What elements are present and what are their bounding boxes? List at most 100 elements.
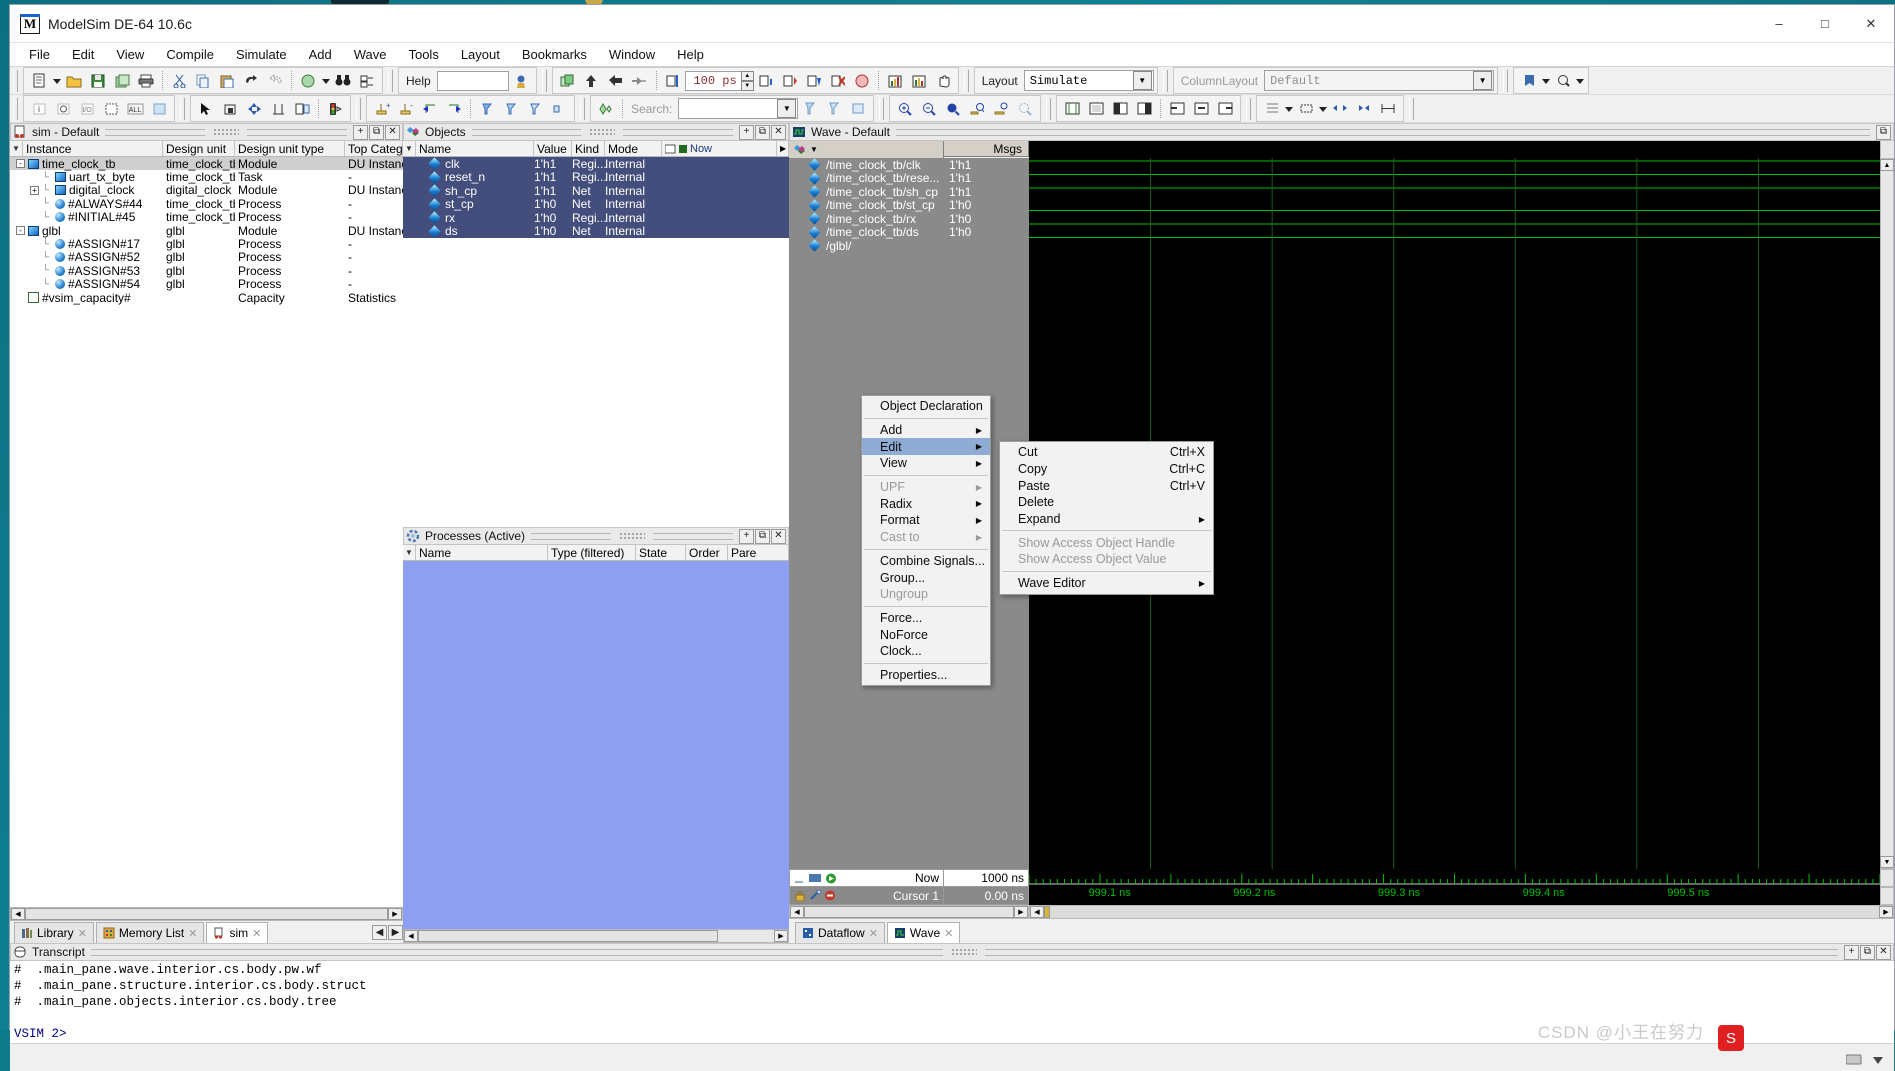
menu-item-format[interactable]: Format▶ bbox=[862, 512, 990, 529]
chevron-down-icon-2[interactable]: ▼ bbox=[1473, 71, 1492, 90]
wave-format-3-icon[interactable] bbox=[1108, 97, 1132, 120]
step-up-icon[interactable] bbox=[580, 69, 604, 92]
menu-view[interactable]: View bbox=[105, 43, 155, 66]
edit-mode-icon[interactable] bbox=[290, 97, 314, 120]
zoom-in-icon[interactable] bbox=[893, 97, 917, 120]
tab-library[interactable]: Library ✕ bbox=[14, 922, 94, 943]
sim-tree-row[interactable]: └#INITIAL#45time_clock_tbProcess- bbox=[10, 211, 403, 224]
menu-wave[interactable]: Wave bbox=[343, 43, 398, 66]
toolbar2-grip-3[interactable] bbox=[356, 98, 361, 120]
objects-panel-add-icon[interactable]: + bbox=[739, 125, 754, 140]
wave-names-hscroll[interactable]: ◀ ▶ bbox=[789, 905, 1029, 919]
processes-scroll-left-icon[interactable]: ◀ bbox=[404, 930, 418, 942]
processes-scroll-right-icon[interactable]: ▶ bbox=[774, 930, 788, 942]
wave-canvas-hscroll[interactable]: ◀ ▶ bbox=[1029, 905, 1894, 919]
tab-dataflow-close-icon[interactable]: ✕ bbox=[869, 927, 878, 940]
toolbar2-grip[interactable] bbox=[13, 98, 18, 120]
tree-expander-icon[interactable]: - bbox=[16, 159, 25, 168]
sim-scroll-left-icon[interactable]: ◀ bbox=[11, 908, 25, 920]
wave-scroll-down-icon[interactable]: ▼ bbox=[1880, 856, 1894, 868]
compile-dropdown-icon[interactable] bbox=[320, 69, 331, 92]
find-binoculars-icon[interactable] bbox=[331, 69, 355, 92]
objects-row[interactable]: clk1'h1Regi...Internal bbox=[403, 157, 789, 171]
sim-instance-tree[interactable]: -time_clock_tbtime_clock_tbModuleDU Inst… bbox=[10, 157, 403, 907]
close-icon[interactable]: ✕ bbox=[1848, 5, 1894, 43]
cut-icon[interactable] bbox=[167, 69, 191, 92]
transcript-close-icon[interactable]: ✕ bbox=[1876, 945, 1891, 960]
bookmark-icon[interactable] bbox=[1517, 69, 1541, 92]
tab-wave-close-icon[interactable]: ✕ bbox=[944, 927, 953, 940]
wave-format-1-icon[interactable] bbox=[1060, 97, 1084, 120]
objects-col-name[interactable]: Name bbox=[416, 141, 534, 156]
processes-panel-undock-icon[interactable]: ⧉ bbox=[755, 529, 770, 544]
objects-filter-icon[interactable]: ▼ bbox=[403, 141, 416, 156]
search-chevron-down-icon[interactable]: ▼ bbox=[777, 99, 796, 118]
find-all-icon[interactable] bbox=[523, 97, 547, 120]
filter-mixed-icon[interactable] bbox=[147, 97, 171, 120]
tab-dataflow[interactable]: Dataflow ✕ bbox=[795, 922, 885, 943]
wave-canvas-scroll-right-icon[interactable]: ▶ bbox=[1879, 906, 1893, 918]
search-input[interactable]: ▼ bbox=[678, 98, 798, 119]
objects-header-overflow-icon[interactable]: ▶ bbox=[777, 141, 789, 156]
sim-filter-icon[interactable]: ▼ bbox=[10, 141, 23, 156]
left-tabs-scroll-left-icon[interactable]: ◀ bbox=[372, 925, 387, 940]
menu-simulate[interactable]: Simulate bbox=[225, 43, 298, 66]
menu-item-combine-signals[interactable]: Combine Signals... bbox=[862, 553, 990, 570]
layout-combobox[interactable]: Simulate ▼ bbox=[1024, 70, 1154, 91]
sim-panel-drag-handle[interactable] bbox=[213, 128, 239, 136]
zoom-tool-icon[interactable] bbox=[1551, 69, 1575, 92]
tree-expander-icon[interactable]: - bbox=[16, 226, 25, 235]
tab-wave[interactable]: Wave ✕ bbox=[887, 922, 960, 943]
objects-panel-close-icon[interactable]: ✕ bbox=[771, 125, 786, 140]
sim-horizontal-scrollbar[interactable]: ◀ ▶ bbox=[10, 907, 403, 921]
toolbar-grip-6[interactable] bbox=[1503, 70, 1508, 92]
expand-all-icon[interactable] bbox=[1352, 97, 1376, 120]
transcript-undock-icon[interactable]: ⧉ bbox=[1860, 945, 1875, 960]
objects-row[interactable]: st_cp1'h0NetInternal bbox=[403, 198, 789, 212]
grid-dropdown-icon[interactable] bbox=[1284, 97, 1294, 120]
open-folder-icon[interactable] bbox=[62, 69, 86, 92]
menu-item-radix[interactable]: Radix▶ bbox=[862, 495, 990, 512]
wave-align-left-icon[interactable] bbox=[1165, 97, 1189, 120]
wave-signal-row[interactable]: /time_clock_tb/sh_cp bbox=[789, 185, 944, 199]
pan-icon[interactable] bbox=[242, 97, 266, 120]
zoom-cursor-icon[interactable] bbox=[965, 97, 989, 120]
sim-tree-row[interactable]: └#ASSIGN#52glblProcess- bbox=[10, 251, 403, 264]
minimize-icon[interactable]: – bbox=[1756, 5, 1802, 43]
tab-library-close-icon[interactable]: ✕ bbox=[78, 927, 87, 940]
processes-col-type[interactable]: Type (filtered) bbox=[548, 545, 636, 560]
sim-tree-row[interactable]: └#ASSIGN#53glblProcess- bbox=[10, 264, 403, 277]
zoom-out-icon[interactable] bbox=[917, 97, 941, 120]
save-icon[interactable] bbox=[86, 69, 110, 92]
search-prev-icon[interactable] bbox=[798, 97, 822, 120]
sim-tree-row[interactable]: #vsim_capacity#CapacityStatistics bbox=[10, 291, 403, 304]
wave-names-scroll-right-icon[interactable]: ▶ bbox=[1014, 906, 1028, 918]
objects-row[interactable]: reset_n1'h1Regi...Internal bbox=[403, 171, 789, 185]
objects-col-mode[interactable]: Mode bbox=[605, 141, 662, 156]
objects-row[interactable]: rx1'h0Regi...Internal bbox=[403, 211, 789, 225]
compile-icon[interactable] bbox=[296, 69, 320, 92]
filter-input-icon[interactable]: i bbox=[27, 97, 51, 120]
insert-cursor-icon[interactable]: + bbox=[370, 97, 394, 120]
sim-panel-add-icon[interactable]: + bbox=[353, 125, 368, 140]
sim-tree-row[interactable]: +└digital_clockdigital_clockModuleDU Ins… bbox=[10, 184, 403, 197]
menu-item-object-declaration[interactable]: Object Declaration bbox=[862, 398, 990, 415]
step-back-icon[interactable] bbox=[604, 69, 628, 92]
wave-canvas-scroll-left-icon[interactable]: ◀ bbox=[1030, 906, 1044, 918]
run-all-icon[interactable] bbox=[802, 69, 826, 92]
save-all-icon[interactable] bbox=[110, 69, 134, 92]
sim-scroll-right-icon[interactable]: ▶ bbox=[388, 908, 402, 920]
wave-signal-row[interactable]: /time_clock_tb/rese... bbox=[789, 172, 944, 186]
tab-sim[interactable]: sim ✕ bbox=[206, 922, 268, 943]
next-transition-icon[interactable] bbox=[442, 97, 466, 120]
zoom-full-icon[interactable] bbox=[941, 97, 965, 120]
wave-signal-row[interactable]: /time_clock_tb/clk bbox=[789, 158, 944, 172]
sim-panel-close-icon[interactable]: ✕ bbox=[385, 125, 400, 140]
new-file-icon[interactable] bbox=[27, 69, 51, 92]
sim-tree-row[interactable]: └#ASSIGN#17glblProcess- bbox=[10, 237, 403, 250]
grid-toggle-icon[interactable] bbox=[1260, 97, 1284, 120]
wave-signal-row[interactable]: /time_clock_tb/rx bbox=[789, 212, 944, 226]
tab-memory-list[interactable]: Memory List ✕ bbox=[96, 922, 205, 943]
memory-profile-icon[interactable] bbox=[907, 69, 931, 92]
sim-panel-undock-icon[interactable]: ⧉ bbox=[369, 125, 384, 140]
